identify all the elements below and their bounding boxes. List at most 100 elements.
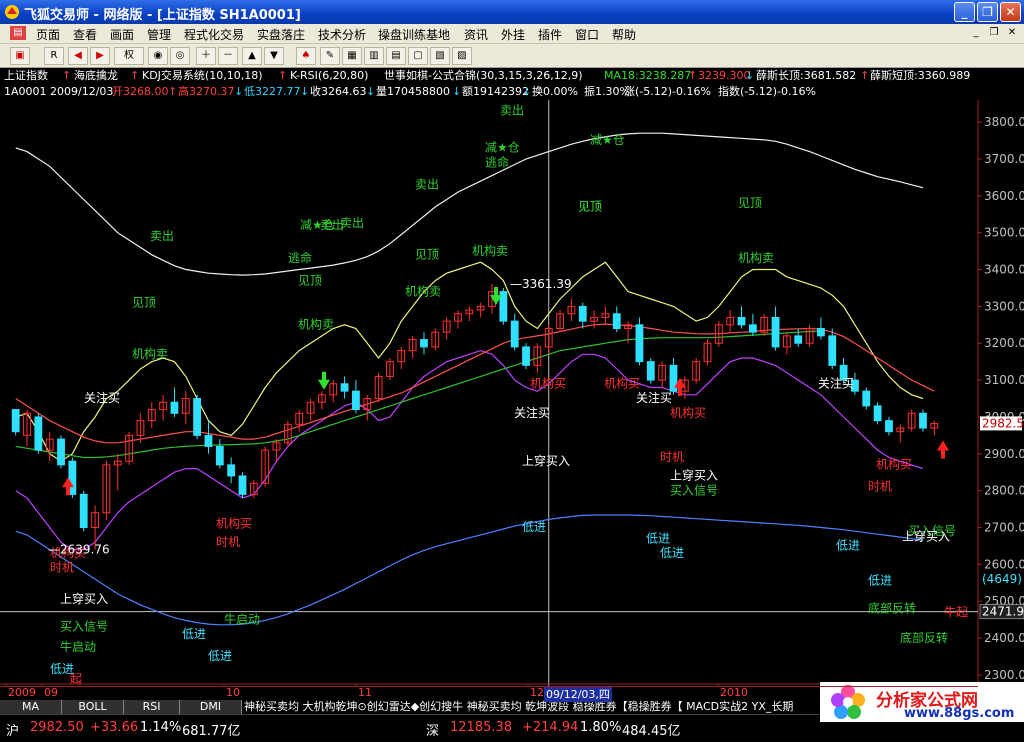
grid-icon[interactable]: ▦ bbox=[342, 47, 362, 65]
folder-icon[interactable]: ▣ bbox=[10, 47, 30, 65]
indicator-icon[interactable]: ◉ bbox=[148, 47, 168, 65]
low-buy-label: 低进 bbox=[660, 546, 684, 560]
cross-buy-label: 上穿买入 bbox=[60, 591, 108, 606]
indicator-name[interactable]: 海底擒龙 bbox=[74, 68, 118, 84]
menu-program-trading[interactable]: 程式化交易 bbox=[184, 26, 244, 43]
sh-amount: 681.77亿 bbox=[182, 724, 241, 739]
menu-real-trading[interactable]: 实盘落庄 bbox=[257, 26, 305, 43]
candle-body bbox=[862, 390, 871, 407]
split-icon[interactable]: ▤ bbox=[386, 47, 406, 65]
watch-buy-label: 关注买 bbox=[84, 390, 120, 405]
tab-ma[interactable]: MA bbox=[0, 700, 62, 714]
high-value: 高3270.37 bbox=[178, 85, 235, 98]
candle-body bbox=[57, 438, 65, 466]
price-tick-label: 2900.00 bbox=[984, 447, 1024, 461]
chart-icon[interactable]: ▨ bbox=[452, 47, 472, 65]
rsi-icon[interactable]: R bbox=[44, 47, 64, 65]
zoom-out-icon[interactable]: － bbox=[218, 47, 238, 65]
mdi-restore-icon[interactable]: ❐ bbox=[986, 26, 1002, 40]
indicator-name[interactable]: 世事如棋-公式合锦(30,3,15,3,26,12,9) bbox=[384, 68, 583, 84]
time-axis-strip bbox=[0, 686, 978, 700]
tab-rsi[interactable]: RSI bbox=[124, 700, 180, 714]
minimize-button[interactable]: _ bbox=[954, 2, 975, 22]
arrow-right-icon[interactable]: ▶ bbox=[90, 47, 110, 65]
price-tick-label: 3800.00 bbox=[984, 115, 1024, 129]
reduce-label: 减★仓 bbox=[485, 141, 520, 155]
price-tick-label: 3400.00 bbox=[984, 263, 1024, 277]
formula-strip[interactable]: 神秘买卖均 大机构乾坤⊙创幻雷达◆创幻搜牛 神秘买卖均 乾坤波段 稳操胜券【稳操… bbox=[244, 700, 820, 714]
alarm-icon[interactable]: ♠ bbox=[296, 47, 316, 65]
watch-buy-label: 关注买 bbox=[818, 375, 854, 390]
image-icon[interactable]: ▧ bbox=[430, 47, 450, 65]
mdi-minimize-icon[interactable]: _ bbox=[968, 26, 984, 40]
menu-plugin-ext[interactable]: 外挂 bbox=[501, 26, 525, 43]
draw-icon[interactable]: ✎ bbox=[320, 47, 340, 65]
candle-body bbox=[227, 464, 236, 477]
kline-chart-svg[interactable]: 3800.00 3700.00 3600.00 3500.00 3400.00 3300.… bbox=[0, 100, 1024, 686]
menu-news[interactable]: 资讯 bbox=[464, 26, 488, 43]
zoom-in-icon[interactable]: ＋ bbox=[196, 47, 216, 65]
top-label: 见顶 bbox=[578, 200, 602, 214]
arrow-down-icon: ↓ bbox=[366, 85, 376, 98]
sh-pct: 1.14% bbox=[140, 720, 182, 735]
menu-screen[interactable]: 画面 bbox=[110, 26, 134, 43]
turnover-value: 换0.00% bbox=[532, 85, 578, 98]
candle-body bbox=[352, 390, 360, 411]
menu-technical-analysis[interactable]: 技术分析 bbox=[318, 26, 366, 43]
menu-help[interactable]: 帮助 bbox=[612, 26, 636, 43]
menu-view[interactable]: 查看 bbox=[73, 26, 97, 43]
xue-short-value: 薛斯短顶:3360.989 bbox=[870, 69, 971, 82]
close-button[interactable]: ✕ bbox=[1000, 2, 1021, 22]
sell-label: 卖出 bbox=[150, 229, 174, 243]
menu-page[interactable]: 页面 bbox=[36, 26, 60, 43]
price-tick-label: 2300.00 bbox=[984, 668, 1024, 682]
price-tick-label: 3300.00 bbox=[984, 299, 1024, 313]
institution-buy-label: 机构买 bbox=[216, 516, 252, 531]
menu-window[interactable]: 窗口 bbox=[575, 26, 599, 43]
tab-boll[interactable]: BOLL bbox=[62, 700, 124, 714]
layout-icon[interactable]: ▥ bbox=[364, 47, 384, 65]
window-icon[interactable]: ▢ bbox=[408, 47, 428, 65]
mdi-close-icon[interactable]: ✕ bbox=[1004, 26, 1020, 40]
crosshair-value-label: 2471.91 bbox=[982, 605, 1024, 619]
down-icon[interactable]: ▼ bbox=[264, 47, 284, 65]
sz-change: +214.94 bbox=[522, 720, 579, 735]
open-value: 开3268.00 bbox=[112, 85, 169, 98]
institution-sell-label: 机构卖 bbox=[132, 346, 168, 361]
kline-chart[interactable]: 3800.00 3700.00 3600.00 3500.00 3400.00 3300.… bbox=[0, 100, 1024, 686]
arrow-left-icon[interactable]: ◀ bbox=[68, 47, 88, 65]
sell-label: 卖出 bbox=[415, 177, 439, 191]
indicator-name[interactable]: KDJ交易系统(10,10,18) bbox=[142, 68, 263, 84]
up-icon[interactable]: ▲ bbox=[242, 47, 262, 65]
document-icon[interactable]: ▤ bbox=[10, 26, 26, 40]
low-buy-label: 低进 bbox=[836, 539, 860, 553]
indicator-name[interactable]: K-RSI(6,20,80) bbox=[290, 68, 368, 84]
arrow-down-icon: ↓ bbox=[234, 85, 244, 98]
bottom-reversal-label: 底部反转 bbox=[900, 630, 948, 645]
cross-buy-label: 上穿买入 bbox=[670, 468, 718, 483]
flee-label: 逃命 bbox=[288, 250, 312, 265]
price-tick-label: 2400.00 bbox=[984, 631, 1024, 645]
quote-mode-select[interactable]: 权 bbox=[114, 47, 144, 65]
peak-price-label: —3361.39 bbox=[510, 277, 572, 291]
cross-buy-label: 上穿买入 bbox=[902, 528, 950, 543]
candle-body bbox=[646, 361, 655, 381]
menu-manage[interactable]: 管理 bbox=[147, 26, 171, 43]
sz-pct: 1.80% bbox=[580, 720, 622, 735]
app-logo-icon bbox=[5, 5, 19, 19]
close-value: 收3264.63 bbox=[310, 85, 367, 98]
sell-label: 卖出 bbox=[340, 216, 364, 230]
sh-price: 2982.50 bbox=[30, 720, 84, 735]
candle-body bbox=[635, 324, 644, 363]
tab-dmi[interactable]: DMI bbox=[180, 700, 242, 714]
menu-training[interactable]: 操盘训练基地 bbox=[378, 26, 450, 43]
compare-icon[interactable]: ◎ bbox=[170, 47, 190, 65]
maximize-button[interactable]: ❐ bbox=[977, 2, 998, 22]
bull-rise-label: 牛起 bbox=[944, 604, 968, 619]
menu-plugins[interactable]: 插件 bbox=[538, 26, 562, 43]
candle-body bbox=[193, 398, 202, 436]
price-tick-label: 3700.00 bbox=[984, 152, 1024, 166]
institution-sell-label: 机构卖 bbox=[738, 250, 774, 265]
price-tick-label: 2700.00 bbox=[984, 521, 1024, 535]
institution-buy-label: 机构买 bbox=[670, 405, 706, 420]
